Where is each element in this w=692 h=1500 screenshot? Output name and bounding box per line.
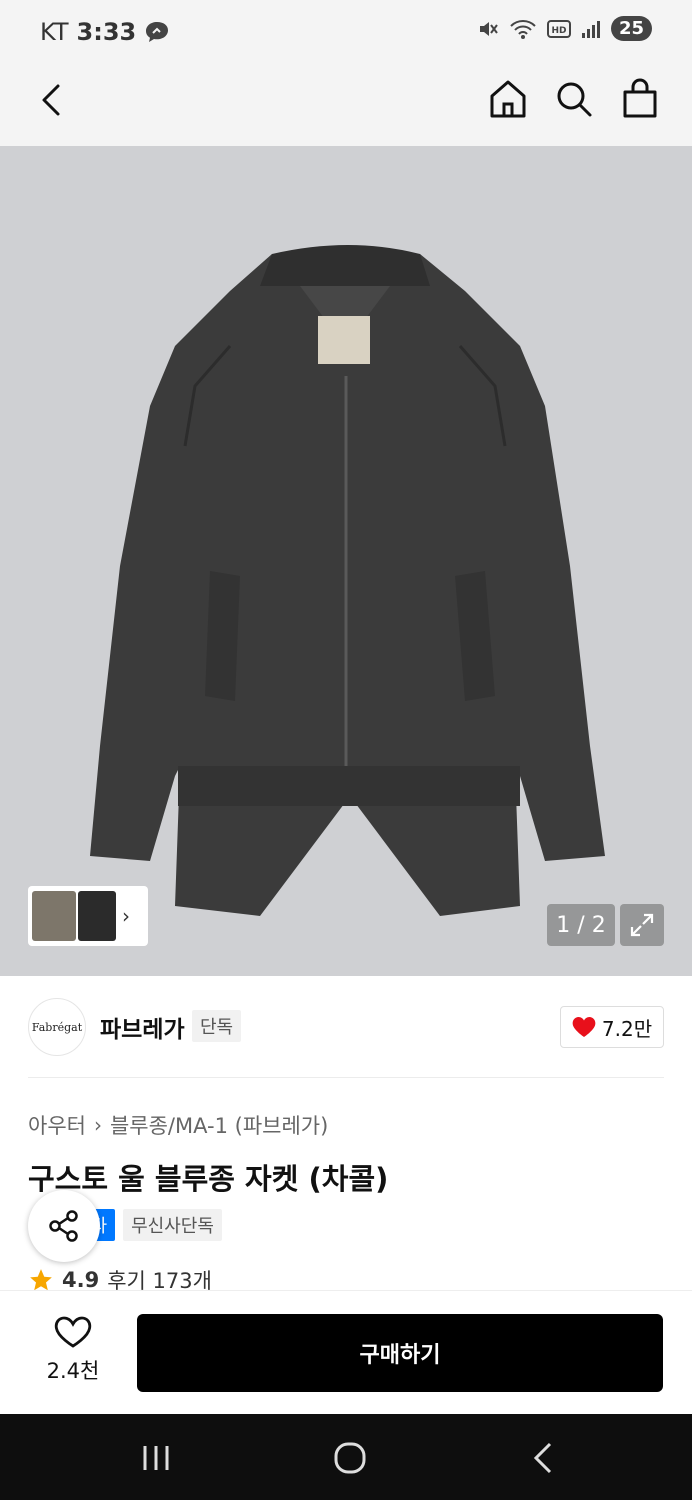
screen: KT 3:33 HD 25 › 1 / 2 Fabrégat 파브레가 단독 7… (0, 0, 692, 1500)
thumbnail-1[interactable] (32, 891, 76, 941)
breadcrumb-category[interactable]: 아우터 (28, 1110, 86, 1140)
thumbnail-2[interactable] (78, 891, 116, 941)
divider (28, 1077, 664, 1078)
wishlist-count: 2.4천 (46, 1359, 100, 1383)
chevron-right-icon: › (93, 1113, 102, 1137)
rating-value: 4.9 (62, 1268, 100, 1292)
battery-indicator: 25 (610, 16, 652, 41)
expand-button[interactable] (620, 904, 664, 946)
status-right: HD 25 (477, 16, 652, 41)
mute-icon (479, 21, 498, 36)
wishlist-button[interactable]: 2.4천 (28, 1315, 118, 1395)
status-left: KT 3:33 (40, 18, 170, 46)
brand-row: Fabrégat 파브레가 단독 7.2만 (28, 996, 664, 1058)
svg-text:HD: HD (551, 26, 566, 36)
exclusive-badge: 단독 (192, 1010, 242, 1042)
hd-icon: HD (546, 19, 571, 38)
nav-icons (488, 78, 660, 120)
page-counter: 1 / 2 (547, 904, 615, 946)
nav-header (0, 64, 692, 146)
thumbnail-strip[interactable]: › (28, 886, 148, 946)
chevron-right-icon[interactable]: › (122, 904, 130, 928)
buy-button[interactable]: 구매하기 (137, 1314, 663, 1392)
search-icon[interactable] (554, 78, 594, 120)
brand-logo-text: Fabrégat (31, 1020, 83, 1034)
heart-filled-icon (572, 1017, 596, 1037)
brand-logo[interactable]: Fabrégat (28, 998, 86, 1056)
breadcrumb-subcategory[interactable]: 블루종/MA-1 (파브레가) (110, 1110, 328, 1140)
review-count: 후기 173개 (107, 1269, 212, 1292)
star-icon (30, 1269, 52, 1291)
recent-apps-icon[interactable] (136, 1438, 176, 1478)
clock: 3:33 (76, 18, 137, 46)
brand-name[interactable]: 파브레가 (100, 1010, 185, 1044)
expand-icon (630, 913, 654, 937)
status-bar: KT 3:33 HD 25 (0, 0, 692, 64)
chat-bubble-icon (146, 22, 169, 42)
share-icon (49, 1210, 78, 1242)
heart-outline-icon (54, 1316, 92, 1348)
product-title: 구스토 울 블루종 자켓 (차콜) (28, 1162, 389, 1196)
bottom-action-bar: 2.4천 구매하기 (0, 1290, 692, 1414)
musinsa-exclusive-badge: 무신사단독 (123, 1209, 222, 1241)
system-back-icon[interactable] (524, 1438, 564, 1478)
breadcrumb: 아우터 › 블루종/MA-1 (파브레가) (28, 1110, 328, 1140)
home-circle-icon[interactable] (330, 1438, 370, 1478)
home-icon[interactable] (488, 78, 528, 120)
signal-icon (581, 20, 600, 38)
brand-like-count: 7.2만 (601, 1016, 653, 1041)
product-photo (90, 245, 605, 916)
product-image-gallery[interactable]: › 1 / 2 (0, 146, 692, 976)
shopping-bag-icon[interactable] (620, 78, 660, 120)
back-arrow-icon[interactable] (32, 80, 72, 120)
brand-like-button[interactable]: 7.2만 (560, 1006, 664, 1048)
share-button[interactable] (28, 1190, 100, 1262)
carrier-label: KT (40, 18, 69, 46)
rating-row[interactable]: 4.9 후기 173개 (28, 1268, 212, 1292)
wifi-icon (510, 19, 536, 39)
system-nav-bar (0, 1414, 692, 1500)
